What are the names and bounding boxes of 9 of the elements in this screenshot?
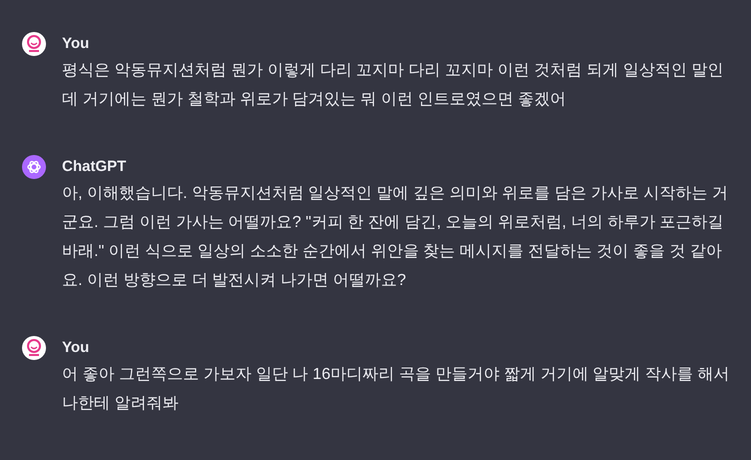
author-name: ChatGPT (62, 157, 128, 177)
assistant-avatar-icon (22, 155, 46, 179)
author-name: You (62, 338, 90, 358)
message-text: 아, 이해했습니다. 악동뮤지션처럼 일상적인 말에 깊은 의미와 위로를 담은 가사로 시작하는 거군요. 그럼 이런 가사는 어떨까요? "커피 한 잔에 담긴, 오늘의 위로처럼, 너의 하루가 포근하길 바래." 이런 식으로 일상의 소소한 순간에서 위안을 찾는 메시지를 전달하는 것이 좋을 것 같아요. 이런 방향으로 더 발전시켜 나가면 어떨까요? (62, 184, 729, 291)
message-text: 평식은 악동뮤지션처럼 뭔가 이렇게 다리 꼬지마 다리 꼬지마 이런 것처럼 되게 일상적인 말인데 거기에는 뭔가 철학과 위로가 담겨있는 뭐 이런 인트로였으면 좋겠어 (62, 61, 724, 110)
author-name: You (62, 34, 90, 54)
user-avatar-icon (22, 32, 46, 56)
message-text: 어 좋아 그런쪽으로 가보자 일단 나 16마디짜리 곡을 만들거야 짧게 거기에 알맞게 작사를 해서 나한테 알려줘봐 (62, 365, 731, 414)
user-avatar-icon (22, 336, 46, 360)
